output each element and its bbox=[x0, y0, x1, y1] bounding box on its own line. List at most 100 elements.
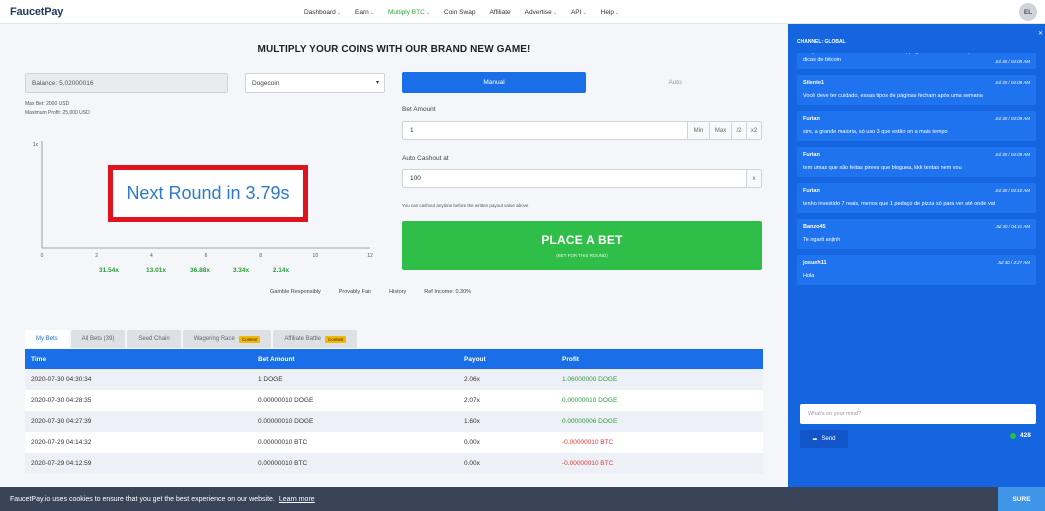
tab-affiliate-battle[interactable]: Affiliate Battle Contest bbox=[273, 330, 358, 348]
chat-message: Furian Jul 30 / 04:10 AM tenho investido 7… bbox=[797, 183, 1036, 213]
cell-bet-amount: 1 DOGE bbox=[258, 376, 283, 383]
cell-time: 2020-07-29 04:14:32 bbox=[31, 439, 92, 446]
chevron-down-icon: ⌄ bbox=[369, 9, 374, 16]
max-bet-text: Max Bet: 2000 USD bbox=[25, 101, 70, 107]
manual-mode-tab[interactable]: Manual bbox=[402, 72, 586, 93]
history-multiplier: 36.88x bbox=[190, 267, 210, 274]
game-links: Gamble Responsibly Provably Fair History Re… bbox=[270, 289, 471, 295]
auto-cashout-label: Auto Cashout at bbox=[402, 155, 449, 162]
tab-all-bets[interactable]: All Bets (39) bbox=[70, 330, 126, 348]
chat-message: Silente1 Jul 30 / 04:08 AM Você deve ter c… bbox=[797, 75, 1036, 105]
chevron-down-icon: ⌄ bbox=[615, 9, 620, 16]
page-title: MULTIPLY YOUR COINS WITH OUR BRAND NEW G… bbox=[257, 44, 531, 55]
history-multiplier: 13.01x bbox=[146, 267, 166, 274]
faucetpay-logo[interactable]: FaucetPay bbox=[10, 6, 63, 18]
close-icon[interactable]: ✕ bbox=[1038, 30, 1043, 37]
main-nav: Dashboard⌄ Earn⌄ Multiply BTC⌄ Coin Swap Aff… bbox=[304, 0, 619, 24]
tab-my-bets[interactable]: My Bets bbox=[25, 330, 69, 348]
game-link-0[interactable]: Gamble Responsibly bbox=[270, 289, 321, 295]
game-link-1[interactable]: Provably Fair bbox=[339, 289, 371, 295]
auto-cashout-field: 100 x bbox=[402, 169, 762, 188]
contest-badge: Contest bbox=[238, 335, 261, 343]
y-tick-label: 1x bbox=[33, 142, 39, 148]
half-button[interactable]: /2 bbox=[731, 122, 746, 139]
nav-link-label: API bbox=[570, 8, 582, 16]
learn-more-link[interactable]: Learn more bbox=[279, 496, 315, 503]
table-row: 2020-07-30 04:28:35 0.00000010 DOGE 2.07x 0… bbox=[25, 390, 763, 411]
sure-button[interactable]: SURE bbox=[998, 487, 1045, 511]
chevron-down-icon: ⌄ bbox=[552, 9, 557, 16]
nav-link-api[interactable]: API⌄ bbox=[571, 9, 587, 16]
chat-channel-label: CHANNEL: GLOBAL bbox=[797, 39, 846, 45]
cookie-text: FaucetPay.io uses cookies to ensure that… bbox=[10, 495, 275, 503]
send-button[interactable]: ➦ Send bbox=[800, 430, 848, 448]
history-multiplier: 31.54x bbox=[99, 267, 119, 274]
chat-messages[interactable]: Jul 30 / 04:08 AMso quase consultar se u… bbox=[797, 53, 1036, 403]
chat-username[interactable]: josueh11 bbox=[803, 260, 1030, 266]
table-row: 2020-07-30 04:30:34 1 DOGE 2.06x 1.06000000… bbox=[25, 369, 763, 390]
chat-text: tem umas que são feitas pirees que blogu… bbox=[803, 165, 962, 171]
cell-time: 2020-07-30 04:27:39 bbox=[31, 418, 92, 425]
user-avatar[interactable]: EL bbox=[1019, 3, 1037, 21]
reply-arrow-icon: ➦ bbox=[812, 436, 818, 443]
chat-message: josueh11 Jul 30 / 4:27 AM Hola bbox=[797, 255, 1036, 285]
header-bet-amount: Bet Amount bbox=[258, 355, 295, 363]
nav-link-label: Affiliate bbox=[489, 8, 511, 16]
auto-cashout-input[interactable]: 100 bbox=[403, 170, 746, 187]
nav-link-multiply-btc[interactable]: Multiply BTC⌄ bbox=[388, 9, 430, 16]
cell-bet-amount: 0.00000010 DOGE bbox=[258, 418, 314, 425]
online-count: 428 bbox=[1010, 432, 1031, 439]
chevron-down-icon: ⌄ bbox=[582, 9, 587, 16]
auto-mode-tab[interactable]: Auto bbox=[600, 72, 750, 93]
contest-badge: Contest bbox=[324, 335, 347, 343]
online-dot-icon bbox=[1010, 432, 1016, 439]
chat-message: Furian Jul 30 / 04:09 AM sim, a grande mai… bbox=[797, 111, 1036, 141]
cell-profit: 0.00000010 DOGE bbox=[562, 397, 618, 404]
max-button[interactable]: Max bbox=[709, 122, 731, 139]
tab-wagering-race[interactable]: Wagering Race Contest bbox=[182, 330, 272, 348]
chat-message: Furian Jul 30 / 04:09 AM tem umas que são … bbox=[797, 147, 1036, 177]
header-payout: Payout bbox=[464, 355, 486, 363]
chat-text: sim, a grande maioria, só uso 3 que estã… bbox=[803, 129, 948, 135]
coin-select-value: Dogecoin bbox=[252, 79, 280, 87]
table-row: 2020-07-29 04:12:59 0.00000010 BTC 0.00x -0… bbox=[25, 453, 763, 474]
chat-timestamp: Jul 30 / 04:08 AM bbox=[995, 59, 1030, 64]
game-link-2[interactable]: History bbox=[389, 289, 406, 295]
nav-link-affiliate[interactable]: Affiliate bbox=[489, 9, 510, 16]
max-profit-text: Maximum Profit: 25,000 USD bbox=[25, 110, 90, 116]
nav-link-label: Multiply BTC bbox=[387, 8, 425, 16]
top-navbar: FaucetPay Dashboard⌄ Earn⌄ Multiply BTC⌄ Co… bbox=[0, 0, 1045, 24]
chat-timestamp: Jul 30 / 04:11 AM bbox=[995, 224, 1030, 229]
chat-input[interactable]: What's on your mind? bbox=[800, 404, 1036, 424]
history-multiplier: 3.34x bbox=[233, 267, 250, 274]
nav-link-coin-swap[interactable]: Coin Swap bbox=[444, 9, 475, 16]
multiplier-suffix: x bbox=[746, 170, 761, 187]
min-button[interactable]: Min bbox=[687, 122, 709, 139]
cell-payout: 2.07x bbox=[464, 397, 480, 404]
x-tick-label: 2 bbox=[95, 253, 98, 259]
place-bet-button[interactable]: PLACE A BET (BET FOR THIS ROUND) bbox=[402, 221, 762, 270]
cell-profit: -0.00000010 BTC bbox=[562, 439, 614, 446]
chevron-down-icon: ▾ bbox=[375, 80, 379, 86]
nav-link-label: Earn bbox=[355, 8, 369, 16]
tab-label: All Bets (39) bbox=[81, 336, 115, 342]
double-button[interactable]: x2 bbox=[746, 122, 761, 139]
chat-message: Jul 30 / 04:08 AMso quase consultar se u… bbox=[797, 53, 1036, 69]
cookie-banner: FaucetPay.io uses cookies to ensure that… bbox=[0, 487, 1045, 511]
chat-timestamp: Jul 30 / 04:09 AM bbox=[995, 152, 1030, 157]
nav-link-help[interactable]: Help⌄ bbox=[601, 9, 620, 16]
tab-label: Affiliate Battle bbox=[284, 336, 321, 342]
history-multiplier: 2.14x bbox=[273, 267, 290, 274]
header-time: Time bbox=[31, 355, 47, 363]
table-row: 2020-07-30 04:27:39 0.00000010 DOGE 1.60x 0… bbox=[25, 411, 763, 432]
tab-seed-chain[interactable]: Seed Chain bbox=[127, 330, 181, 348]
nav-link-advertise[interactable]: Advertise⌄ bbox=[525, 9, 557, 16]
chat-text: Você deve ter cuidado, essas tipos de pá… bbox=[803, 93, 983, 99]
chat-timestamp: Jul 30 / 04:08 AM bbox=[995, 80, 1030, 85]
coin-select[interactable]: Dogecoin ▾ bbox=[245, 73, 385, 93]
nav-link-earn[interactable]: Earn⌄ bbox=[355, 9, 374, 16]
nav-link-dashboard[interactable]: Dashboard⌄ bbox=[304, 9, 341, 16]
cell-payout: 0.00x bbox=[464, 460, 480, 467]
bet-amount-input[interactable]: 1 bbox=[403, 122, 687, 139]
x-tick-label: 6 bbox=[205, 253, 208, 259]
